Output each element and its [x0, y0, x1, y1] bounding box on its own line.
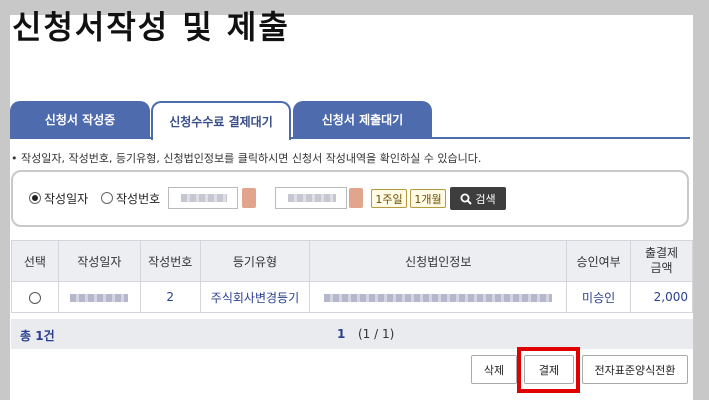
col-header-type: 등기유형 — [199, 240, 311, 282]
col-header-number: 작성번호 — [139, 240, 201, 282]
tab-payment-pending[interactable]: 신청수수료 결제대기 — [151, 101, 291, 140]
radio-by-date[interactable] — [29, 192, 41, 204]
page-title: 신청서작성 및 제출 — [12, 8, 290, 46]
col-header-select: 선택 — [11, 240, 59, 282]
col-header-approval: 승인여부 — [566, 240, 632, 282]
radio-by-number-label: 작성번호 — [116, 192, 161, 206]
table-header-row: 선택 작성일자 작성번호 등기유형 신청법인정보 승인여부 출결제 금액 — [11, 240, 693, 282]
tab-underline — [10, 137, 690, 139]
application-table: 선택 작성일자 작성번호 등기유형 신청법인정보 승인여부 출결제 금액 2 주… — [11, 240, 693, 313]
row-type-link[interactable]: 주식회사변경등기 — [199, 281, 311, 313]
radio-by-date-label: 작성일자 — [44, 192, 89, 206]
end-date-input[interactable] — [275, 187, 347, 209]
row-amount: 2,000 — [630, 281, 693, 313]
col-header-amount: 출결제 금액 — [630, 240, 693, 282]
search-icon — [460, 193, 473, 205]
row-date-cell[interactable] — [57, 281, 141, 313]
start-calendar-icon[interactable] — [242, 188, 256, 208]
delete-button[interactable]: 삭제 — [471, 355, 517, 384]
table-footer: 총 1건 1 (1 / 1) — [11, 319, 693, 349]
tab-submit-pending[interactable]: 신청서 제출대기 — [293, 101, 432, 138]
col-header-date: 작성일자 — [57, 240, 141, 282]
period-1month-button[interactable]: 1개월 — [410, 189, 446, 208]
row-select-cell — [11, 281, 59, 313]
row-corp-info-cell[interactable] — [309, 281, 568, 313]
tab-writing[interactable]: 신청서 작성중 — [10, 101, 150, 138]
notice-text: • 작성일자, 작성번호, 등기유형, 신청법인정보를 클릭하시면 신청서 작성… — [11, 152, 482, 165]
search-button[interactable]: 검색 — [450, 187, 506, 210]
search-panel: 작성일자 작성번호 1주일 1개월 검색 — [11, 170, 689, 227]
end-calendar-icon[interactable] — [349, 188, 363, 208]
col-header-corp-info: 신청법인정보 — [309, 240, 568, 282]
period-1week-button[interactable]: 1주일 — [371, 189, 407, 208]
total-count: 총 1건 — [20, 329, 55, 343]
row-number-link[interactable]: 2 — [139, 281, 201, 313]
table-row: 2 주식회사변경등기 미승인 2,000 — [11, 281, 693, 313]
convert-form-button[interactable]: 전자표준양식전환 — [582, 355, 688, 384]
pay-button-highlight — [517, 347, 580, 393]
page-summary: (1 / 1) — [358, 327, 395, 341]
screenshot-canvas: 신청서작성 및 제출 신청서 작성중 신청수수료 결제대기 신청서 제출대기 •… — [0, 0, 709, 400]
row-approval-status: 미승인 — [566, 281, 632, 313]
page-link-1[interactable]: 1 — [337, 327, 345, 341]
row-select-radio[interactable] — [28, 291, 41, 304]
radio-by-number[interactable] — [101, 192, 113, 204]
start-date-input[interactable] — [168, 187, 238, 209]
search-button-label: 검색 — [475, 192, 496, 206]
